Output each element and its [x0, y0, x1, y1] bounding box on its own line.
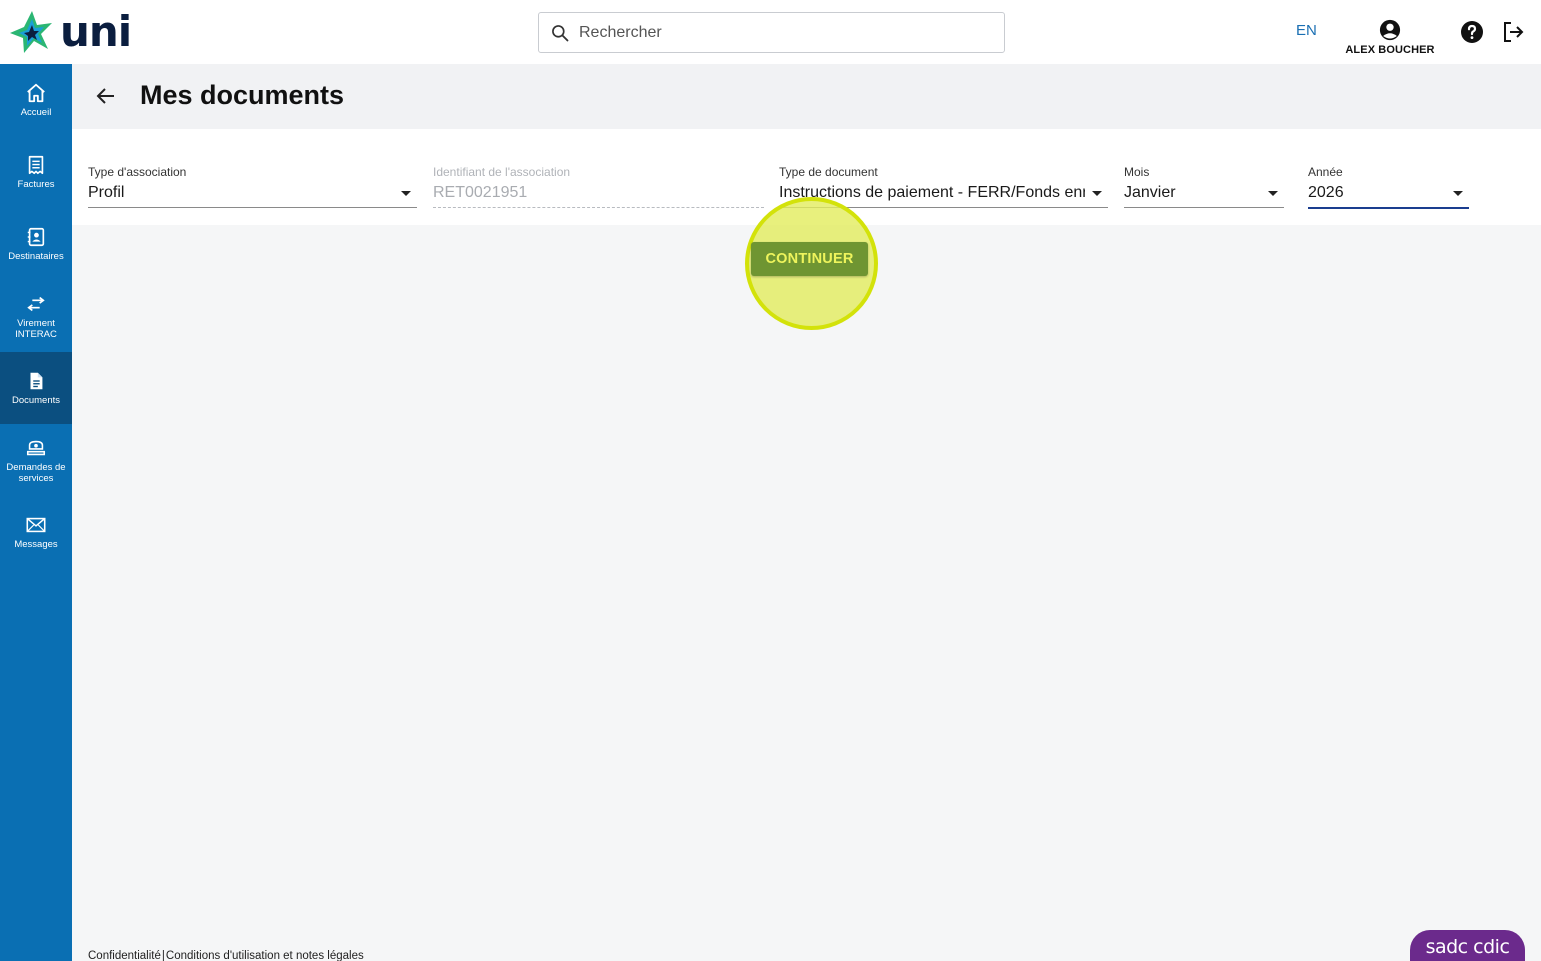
month-label: Mois	[1124, 165, 1150, 179]
sidebar-item-label: Documents	[11, 395, 61, 406]
page-title: Mes documents	[140, 80, 345, 110]
month-value: Janvier	[1124, 184, 1176, 201]
sidebar-item-label: Destinataires	[8, 251, 64, 262]
contacts-icon	[27, 227, 45, 247]
document-icon	[30, 372, 43, 390]
user-name: ALEX BOUCHER	[1345, 44, 1435, 56]
field-underline	[433, 207, 764, 208]
sidebar-item-label: Virement INTERAC	[15, 317, 57, 340]
language-toggle[interactable]: EN	[1296, 22, 1317, 39]
sidebar-item-virement-interac[interactable]: Virement INTERAC	[0, 280, 72, 352]
sidebar-item-messages[interactable]: Messages	[0, 496, 72, 568]
sidebar-item-label: Accueil	[20, 107, 52, 118]
help-icon[interactable]	[1460, 20, 1484, 44]
sidebar-item-demandes-de-services[interactable]: Demandes de services	[0, 424, 72, 496]
month-select[interactable]: Mois Janvier	[1124, 165, 1284, 209]
association-type-select[interactable]: Type d'association Profil	[88, 165, 417, 209]
sidebar-item-destinataires[interactable]: Destinataires	[0, 208, 72, 280]
sidebar-item-label: Factures	[17, 179, 55, 190]
sidebar-item-factures[interactable]: Factures	[0, 136, 72, 208]
uni-logo[interactable]: uni	[8, 8, 138, 56]
star-logo-icon	[10, 11, 52, 53]
search-icon	[552, 24, 569, 41]
sidebar-item-label: Demandes de services	[6, 461, 66, 484]
field-underline	[88, 207, 417, 208]
footer-separator: |	[161, 950, 165, 961]
chevron-down-icon	[401, 191, 411, 196]
association-type-label: Type d'association	[88, 165, 187, 179]
transfer-icon	[27, 296, 45, 311]
document-type-label: Type de document	[779, 165, 878, 179]
logo-text: uni	[60, 7, 132, 56]
receipt-icon	[28, 155, 44, 175]
sidebar-item-accueil[interactable]: Accueil	[0, 64, 72, 136]
logout-icon[interactable]	[1501, 20, 1525, 44]
sidebar-item-label: Messages	[14, 539, 58, 550]
field-underline	[1308, 207, 1469, 209]
association-id-field: Identifiant de l'association RET0021951	[433, 165, 764, 209]
user-menu[interactable]: ALEX BOUCHER	[1340, 19, 1440, 56]
service-request-icon	[26, 440, 46, 455]
year-select[interactable]: Année 2026	[1308, 165, 1469, 209]
search-box[interactable]	[538, 12, 1005, 53]
field-underline	[1124, 207, 1284, 208]
chevron-down-icon	[1092, 191, 1102, 196]
privacy-link[interactable]: Confidentialité	[88, 950, 161, 961]
page-header: Mes documents	[72, 64, 1541, 129]
chevron-down-icon	[1268, 191, 1278, 196]
envelope-icon	[26, 517, 46, 533]
footer: Confidentialité|Conditions d'utilisation…	[88, 950, 364, 961]
association-id-value: RET0021951	[433, 184, 528, 201]
search-input[interactable]	[579, 23, 979, 42]
terms-link[interactable]: Conditions d'utilisation et notes légale…	[166, 950, 364, 961]
year-label: Année	[1308, 165, 1343, 179]
account-circle-icon	[1379, 19, 1401, 41]
year-value: 2026	[1308, 184, 1344, 201]
top-bar: uni EN ALEX BOUCHER	[0, 0, 1541, 64]
sidebar: Accueil Factures Destinataires Virement …	[0, 64, 72, 961]
sidebar-item-documents[interactable]: Documents	[0, 352, 72, 424]
cdic-badge[interactable]: sadc cdic	[1410, 930, 1525, 961]
back-arrow-icon[interactable]	[94, 84, 118, 108]
home-icon	[27, 83, 45, 103]
chevron-down-icon	[1453, 191, 1463, 196]
association-id-label: Identifiant de l'association	[433, 165, 571, 179]
continue-button[interactable]: CONTINUER	[751, 242, 868, 276]
association-type-value: Profil	[88, 184, 125, 201]
